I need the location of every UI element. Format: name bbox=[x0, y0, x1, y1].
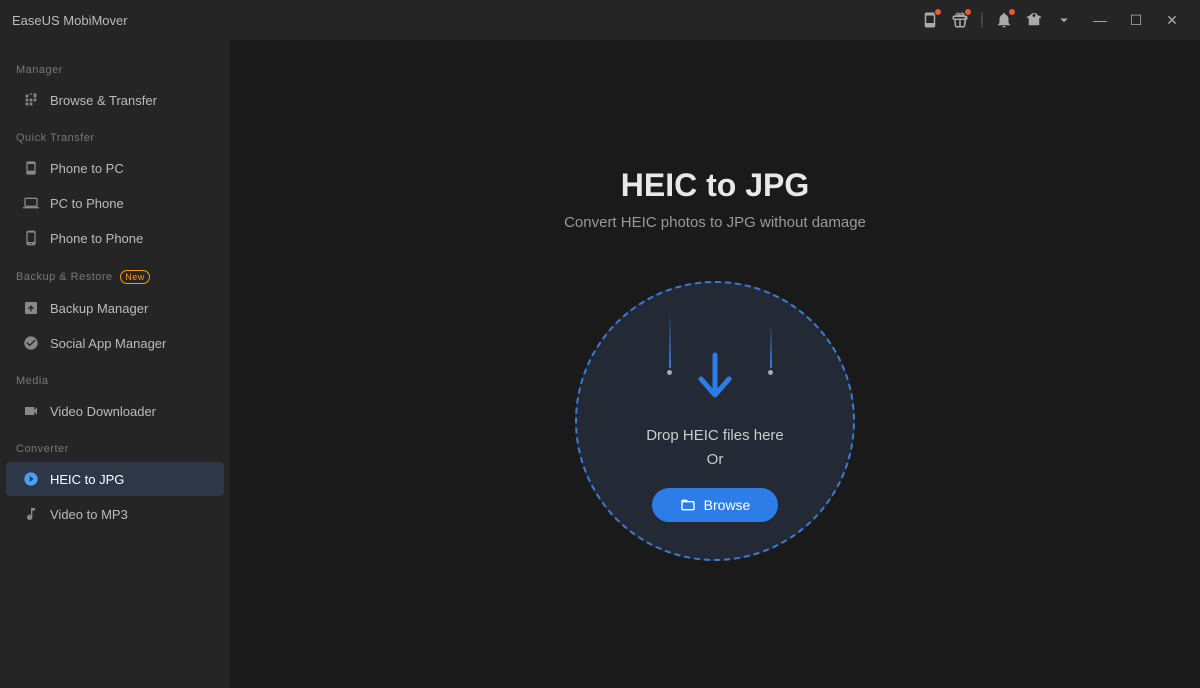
browse-button[interactable]: Browse bbox=[652, 488, 779, 522]
browse-label: Browse bbox=[704, 497, 751, 513]
video-to-mp3-icon bbox=[22, 505, 40, 523]
backup-manager-label: Backup Manager bbox=[50, 301, 148, 316]
sidebar: Manager Browse & Transfer Quick Transfer… bbox=[0, 40, 230, 688]
window-controls: — ☐ ✕ bbox=[1084, 8, 1188, 32]
sidebar-item-video-to-mp3[interactable]: Video to MP3 bbox=[6, 497, 224, 531]
sidebar-item-phone-to-phone[interactable]: Phone to Phone bbox=[6, 221, 224, 255]
minimize-button[interactable]: — bbox=[1084, 8, 1116, 32]
bell-icon[interactable] bbox=[994, 10, 1014, 30]
heic-to-jpg-icon bbox=[22, 470, 40, 488]
phone-to-phone-icon bbox=[22, 229, 40, 247]
drop-zone[interactable]: Drop HEIC files here Or Browse bbox=[575, 281, 855, 561]
shirt-icon[interactable] bbox=[1024, 10, 1044, 30]
folder-icon bbox=[680, 497, 696, 513]
mobile-icon[interactable] bbox=[920, 10, 940, 30]
browse-transfer-icon bbox=[22, 91, 40, 109]
sidebar-item-heic-to-jpg[interactable]: HEIC to JPG bbox=[6, 462, 224, 496]
separator1: | bbox=[980, 11, 984, 29]
browse-transfer-label: Browse & Transfer bbox=[50, 93, 157, 108]
gift-icon[interactable] bbox=[950, 10, 970, 30]
phone-to-phone-label: Phone to Phone bbox=[50, 231, 143, 246]
close-button[interactable]: ✕ bbox=[1156, 8, 1188, 32]
maximize-button[interactable]: ☐ bbox=[1120, 8, 1152, 32]
section-label-media: Media bbox=[0, 361, 230, 393]
drop-arrow-icon bbox=[691, 351, 739, 412]
main-layout: Manager Browse & Transfer Quick Transfer… bbox=[0, 40, 1200, 688]
section-label-quick-transfer: Quick Transfer bbox=[0, 118, 230, 150]
page-title: HEIC to JPG bbox=[621, 167, 809, 204]
drop-files-label: Drop HEIC files here bbox=[646, 427, 784, 444]
sidebar-item-social-app-manager[interactable]: Social App Manager bbox=[6, 326, 224, 360]
app-title: EaseUS MobiMover bbox=[12, 13, 128, 28]
sidebar-item-browse-transfer[interactable]: Browse & Transfer bbox=[6, 83, 224, 117]
pc-to-phone-icon bbox=[22, 194, 40, 212]
social-app-icon bbox=[22, 334, 40, 352]
video-downloader-label: Video Downloader bbox=[50, 404, 156, 419]
titlebar: EaseUS MobiMover | bbox=[0, 0, 1200, 40]
right-drop-line bbox=[768, 323, 773, 375]
video-downloader-icon bbox=[22, 402, 40, 420]
content-area: HEIC to JPG Convert HEIC photos to JPG w… bbox=[230, 40, 1200, 688]
pc-to-phone-label: PC to Phone bbox=[50, 196, 124, 211]
or-label: Or bbox=[707, 451, 724, 468]
sidebar-item-video-downloader[interactable]: Video Downloader bbox=[6, 394, 224, 428]
section-label-converter: Converter bbox=[0, 429, 230, 461]
social-app-manager-label: Social App Manager bbox=[50, 336, 166, 351]
heic-to-jpg-label: HEIC to JPG bbox=[50, 472, 124, 487]
sidebar-item-pc-to-phone[interactable]: PC to Phone bbox=[6, 186, 224, 220]
bell-badge bbox=[1008, 8, 1016, 16]
mobile-badge bbox=[934, 8, 942, 16]
sidebar-item-backup-manager[interactable]: Backup Manager bbox=[6, 291, 224, 325]
video-to-mp3-label: Video to MP3 bbox=[50, 507, 128, 522]
sidebar-item-phone-to-pc[interactable]: Phone to PC bbox=[6, 151, 224, 185]
gift-badge bbox=[964, 8, 972, 16]
section-label-backup: Backup & Restore New bbox=[0, 256, 230, 290]
section-label-manager: Manager bbox=[0, 50, 230, 82]
left-drop-line bbox=[667, 313, 672, 375]
app-title-area: EaseUS MobiMover bbox=[12, 13, 128, 28]
new-badge: New bbox=[120, 270, 150, 284]
titlebar-icons: | — ☐ ✕ bbox=[920, 8, 1188, 32]
drop-text: Drop HEIC files here Or bbox=[646, 424, 784, 472]
dropdown-svg bbox=[1055, 11, 1073, 29]
phone-to-pc-label: Phone to PC bbox=[50, 161, 124, 176]
page-subtitle: Convert HEIC photos to JPG without damag… bbox=[564, 214, 866, 231]
dropdown-icon[interactable] bbox=[1054, 10, 1074, 30]
shirt-svg bbox=[1025, 11, 1043, 29]
phone-to-pc-icon bbox=[22, 159, 40, 177]
backup-manager-icon bbox=[22, 299, 40, 317]
